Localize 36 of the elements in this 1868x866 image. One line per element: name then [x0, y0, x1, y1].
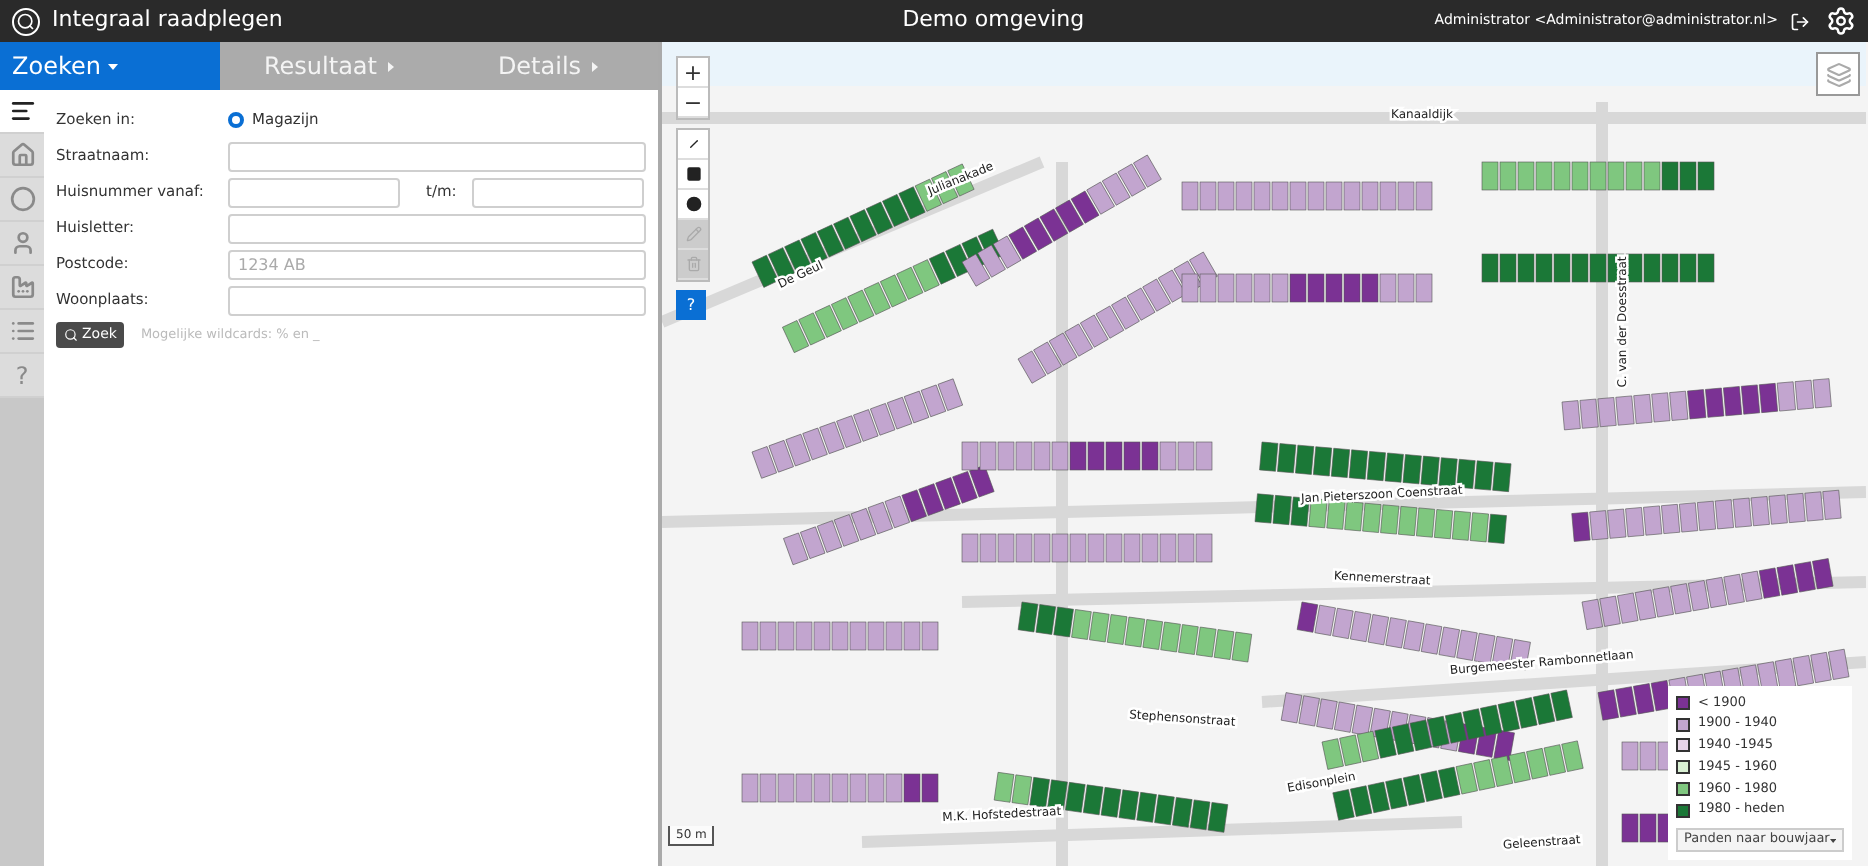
to-input[interactable]	[472, 177, 644, 207]
edit-icon	[685, 226, 701, 242]
sidebar-tab[interactable]	[0, 90, 44, 134]
draw-tool-button[interactable]	[678, 190, 708, 220]
tab[interactable]: Zoeken	[0, 42, 220, 90]
search-icon	[64, 328, 78, 342]
caret-right-icon	[589, 61, 600, 71]
help-label: ?	[15, 359, 29, 393]
zoom-button[interactable]: +	[678, 58, 708, 88]
circle-icon	[9, 186, 35, 212]
caret-down-icon	[108, 61, 119, 71]
from-input[interactable]	[228, 177, 400, 207]
radio-button[interactable]	[228, 112, 244, 128]
home-icon	[9, 142, 35, 168]
layers-button[interactable]	[1816, 52, 1860, 96]
text-input[interactable]	[228, 141, 646, 171]
help-button[interactable]: ?	[676, 290, 706, 320]
sidebar-tab[interactable]: ?	[0, 354, 44, 398]
logout-icon[interactable]	[1790, 11, 1810, 31]
list-icon	[9, 318, 35, 344]
settings-icon[interactable]	[1826, 6, 1856, 36]
person-icon	[9, 230, 35, 256]
text-input[interactable]: 1234 AB	[228, 249, 646, 279]
dot-icon	[685, 196, 701, 212]
text-input[interactable]	[228, 285, 646, 315]
factory-icon	[9, 274, 35, 300]
text-input[interactable]	[228, 213, 646, 243]
trash-icon	[685, 256, 701, 272]
app-title: Integraal raadplegen	[52, 4, 283, 37]
menu-icon	[9, 98, 35, 124]
zoom-button[interactable]: −	[678, 88, 708, 118]
layers-icon	[1825, 61, 1851, 87]
environment-title: Demo omgeving	[900, 4, 1087, 37]
logo-icon	[12, 7, 40, 35]
square-icon	[685, 166, 701, 182]
caret-right-icon	[385, 61, 395, 71]
